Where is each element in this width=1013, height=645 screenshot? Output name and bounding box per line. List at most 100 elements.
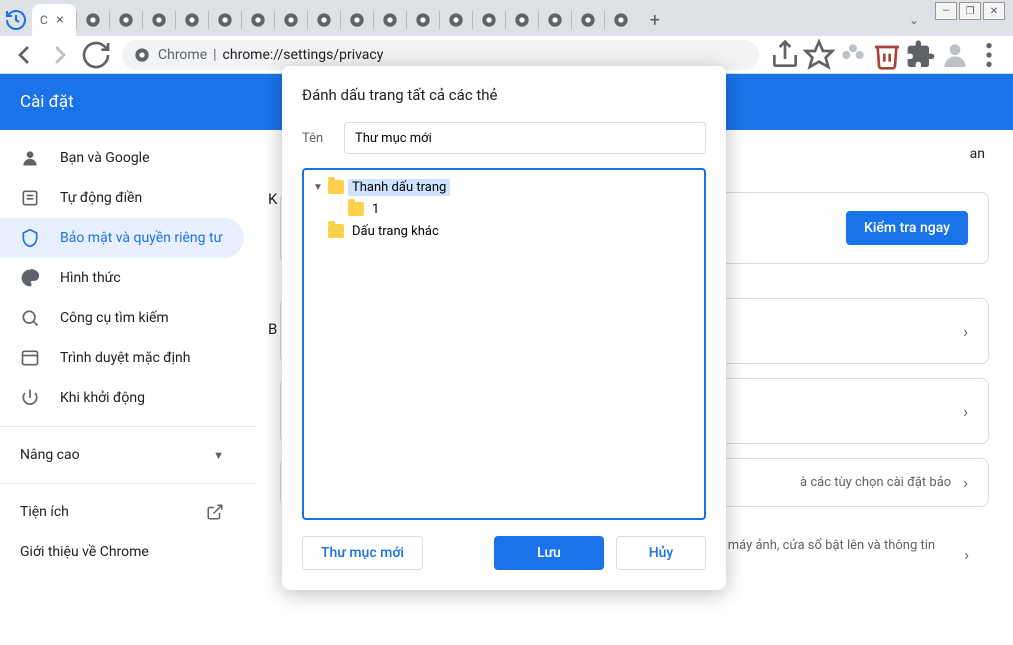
dialog-name-input[interactable] <box>344 122 706 154</box>
chrome-icon <box>250 12 266 28</box>
tab-background[interactable] <box>407 4 439 36</box>
tree-row-child-1[interactable]: 1 <box>310 198 698 220</box>
chrome-icon <box>151 12 167 28</box>
tab-strip: C × // placeholder so tabs render below … <box>0 0 1013 36</box>
trash-icon[interactable] <box>871 39 903 71</box>
tab-background[interactable] <box>473 4 505 36</box>
chrome-icon <box>184 12 200 28</box>
sidebar-about-label: Giới thiệu về Chrome <box>20 544 149 560</box>
tab-background[interactable] <box>572 4 604 36</box>
save-button[interactable]: Lưu <box>494 536 604 570</box>
window-close-button[interactable]: ✕ <box>983 2 1005 20</box>
bookmark-star-icon[interactable] <box>803 39 835 71</box>
tab-title: C <box>40 13 48 27</box>
extension-icon-1[interactable] <box>837 39 869 71</box>
extensions-puzzle-icon[interactable] <box>905 39 937 71</box>
sidebar-item-appearance[interactable]: Hình thức <box>0 258 244 298</box>
back-button[interactable] <box>8 39 40 71</box>
check-now-button[interactable]: Kiểm tra ngay <box>846 211 968 245</box>
browser-icon <box>20 348 40 368</box>
tab-background[interactable] <box>506 4 538 36</box>
chevron-right-icon: › <box>963 473 968 492</box>
settings-title: Cài đặt <box>20 92 74 112</box>
tab-active[interactable]: C × <box>32 4 76 36</box>
tab-background[interactable] <box>308 4 340 36</box>
autofill-icon <box>20 188 40 208</box>
sidebar-item-label: Bạn và Google <box>60 150 150 166</box>
chrome-icon <box>547 12 563 28</box>
tab-background[interactable] <box>440 4 472 36</box>
chrome-icon <box>134 47 150 63</box>
chrome-icon <box>283 12 299 28</box>
sidebar-about[interactable]: Giới thiệu về Chrome <box>0 532 244 572</box>
profile-avatar-icon[interactable] <box>939 39 971 71</box>
chevron-right-icon: › <box>963 402 968 421</box>
forward-button[interactable] <box>44 39 76 71</box>
folder-icon <box>328 180 344 194</box>
sidebar-item-default-browser[interactable]: Trình duyệt mặc định <box>0 338 244 378</box>
sidebar-advanced-label: Nâng cao <box>20 447 80 463</box>
tab-background[interactable] <box>605 4 637 36</box>
dialog-name-label: Tên <box>302 131 332 146</box>
new-tab-button[interactable]: + <box>641 6 669 34</box>
omnibox[interactable]: Chrome|chrome://settings/privacy <box>122 40 759 70</box>
sidebar-item-autofill[interactable]: Tự động điền <box>0 178 244 218</box>
tab-background[interactable] <box>110 4 142 36</box>
sidebar-item-search[interactable]: Công cụ tìm kiếm <box>0 298 244 338</box>
chrome-icon <box>316 12 332 28</box>
tab-background[interactable] <box>341 4 373 36</box>
tab-background[interactable] <box>176 4 208 36</box>
section-letter-k: K <box>268 190 277 208</box>
sidebar-item-label: Trình duyệt mặc định <box>60 350 191 366</box>
power-icon <box>20 388 40 408</box>
palette-icon <box>20 268 40 288</box>
tab-background[interactable] <box>539 4 571 36</box>
external-link-icon <box>206 503 224 521</box>
shield-icon <box>20 228 40 248</box>
tab-background[interactable] <box>209 4 241 36</box>
chevron-down-icon: ▼ <box>213 449 224 462</box>
tab-background[interactable] <box>275 4 307 36</box>
new-folder-button[interactable]: Thư mục mới <box>302 536 423 570</box>
sidebar-item-privacy[interactable]: Bảo mật và quyền riêng tư <box>0 218 244 258</box>
chrome-icon <box>217 12 233 28</box>
tab-overflow-button[interactable]: ⌄ <box>909 13 919 27</box>
sidebar-advanced[interactable]: Nâng cao ▼ <box>0 435 244 475</box>
chrome-icon <box>118 12 134 28</box>
tab-background[interactable] <box>242 4 274 36</box>
sidebar-item-you-and-google[interactable]: Bạn và Google <box>0 138 244 178</box>
omnibox-text: Chrome|chrome://settings/privacy <box>158 47 383 63</box>
window-minimize-button[interactable]: — <box>935 2 957 20</box>
reload-button[interactable] <box>80 39 112 71</box>
cancel-button[interactable]: Hủy <box>616 536 706 570</box>
tab-background[interactable] <box>143 4 175 36</box>
menu-kebab-icon[interactable] <box>973 39 1005 71</box>
chrome-icon <box>382 12 398 28</box>
chrome-icon <box>415 12 431 28</box>
settings-sidebar: Bạn và Google Tự động điền Bảo mật và qu… <box>0 130 256 645</box>
tab-background[interactable] <box>77 4 109 36</box>
sidebar-item-label: Hình thức <box>60 270 121 286</box>
share-icon[interactable] <box>769 39 801 71</box>
sidebar-extensions-label: Tiện ích <box>20 504 69 520</box>
chrome-icon <box>481 12 497 28</box>
chrome-icon <box>613 12 629 28</box>
tab-close-icon[interactable]: × <box>52 12 68 28</box>
window-restore-button[interactable]: ❐ <box>959 2 981 20</box>
tree-row-other-bookmarks[interactable]: Dấu trang khác <box>310 220 698 242</box>
folder-icon <box>328 224 344 238</box>
sidebar-item-startup[interactable]: Khi khởi động <box>0 378 244 418</box>
search-icon <box>20 308 40 328</box>
bookmark-all-tabs-dialog: Đánh dấu trang tất cả các thẻ Tên ▼ Than… <box>282 66 726 590</box>
sidebar-item-label: Khi khởi động <box>60 390 145 406</box>
tab-background[interactable] <box>374 4 406 36</box>
folder-tree[interactable]: ▼ Thanh dấu trang 1 Dấu trang khác <box>302 168 706 520</box>
tree-row-bookmarks-bar[interactable]: ▼ Thanh dấu trang <box>310 176 698 198</box>
history-icon[interactable] <box>4 8 28 32</box>
dialog-title: Đánh dấu trang tất cả các thẻ <box>302 86 706 104</box>
tree-label: 1 <box>368 201 383 218</box>
sidebar-extensions[interactable]: Tiện ích <box>0 492 244 532</box>
caret-down-icon[interactable]: ▼ <box>312 182 324 193</box>
folder-icon <box>348 202 364 216</box>
sidebar-item-label: Tự động điền <box>60 190 142 206</box>
